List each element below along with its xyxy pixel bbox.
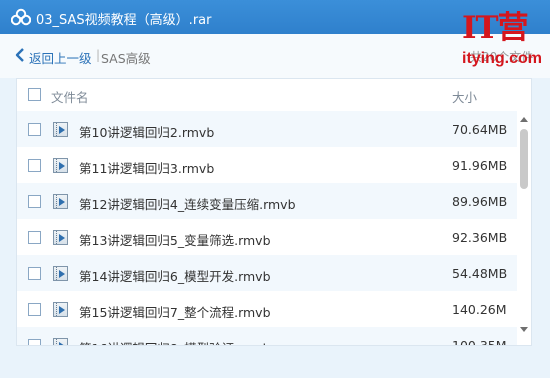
row-checkbox[interactable] <box>28 267 41 280</box>
file-name: 第12讲逻辑回归4_连续变量压缩.rmvb <box>79 197 296 212</box>
row-checkbox[interactable] <box>28 339 41 345</box>
chevron-left-icon <box>15 48 24 62</box>
file-row[interactable]: 第14讲逻辑回归6_模型开发.rmvb 54.48MB <box>17 255 517 291</box>
file-size: 54.48MB <box>452 266 508 281</box>
itying-watermark-logo: IT营 itying.com <box>462 10 546 72</box>
file-size: 140.26M <box>452 302 507 317</box>
row-checkbox[interactable] <box>28 123 41 136</box>
file-row[interactable]: 第15讲逻辑回归7_整个流程.rmvb 140.26M <box>17 291 517 327</box>
file-name: 第10讲逻辑回归2.rmvb <box>79 125 215 140</box>
file-name: 第15讲逻辑回归7_整个流程.rmvb <box>79 305 271 320</box>
cloud-icon <box>11 8 31 26</box>
row-checkbox[interactable] <box>28 195 41 208</box>
file-row[interactable]: 第10讲逻辑回归2.rmvb 70.64MB <box>17 111 517 147</box>
column-header-size[interactable]: 大小 <box>452 87 477 106</box>
scroll-down-arrow-icon[interactable] <box>520 327 528 332</box>
video-file-icon <box>53 194 68 209</box>
scroll-up-arrow-icon[interactable] <box>520 117 528 122</box>
video-file-icon <box>53 158 68 173</box>
file-row[interactable]: 第12讲逻辑回归4_连续变量压缩.rmvb 89.96MB <box>17 183 517 219</box>
file-name: 第16讲逻辑回归8_模型验证.rmvb <box>79 338 271 345</box>
scrollbar-thumb[interactable] <box>520 129 528 189</box>
video-file-icon <box>53 230 68 245</box>
video-file-icon <box>53 122 68 137</box>
file-name: 第13讲逻辑回归5_变量筛选.rmvb <box>79 233 271 248</box>
file-size: 89.96MB <box>452 194 508 209</box>
select-all-checkbox[interactable] <box>28 88 41 101</box>
list-header: 文件名 大小 <box>17 79 531 111</box>
column-header-name[interactable]: 文件名 <box>51 87 89 106</box>
video-file-icon <box>53 266 68 281</box>
back-button-label: 返回上一级 <box>29 51 92 66</box>
file-rows: 第10讲逻辑回归2.rmvb 70.64MB 第11讲逻辑回归3.rmvb 91… <box>17 111 517 346</box>
file-name: 第14讲逻辑回归6_模型开发.rmvb <box>79 269 271 284</box>
file-size: 91.96MB <box>452 158 508 173</box>
file-list-panel: 文件名 大小 第10讲逻辑回归2.rmvb 70.64MB 第11讲逻辑回归3.… <box>16 78 532 346</box>
file-size: 92.36MB <box>452 230 508 245</box>
watermark-line2: itying.com <box>462 50 543 67</box>
file-size: 70.64MB <box>452 122 508 137</box>
breadcrumb-current-folder: SAS高级 <box>101 51 151 66</box>
video-file-icon <box>53 302 68 317</box>
watermark-line1: IT营 <box>462 10 529 46</box>
file-size: 100.35M <box>452 338 507 346</box>
file-row[interactable]: 第13讲逻辑回归5_变量筛选.rmvb 92.36MB <box>17 219 517 255</box>
video-file-icon <box>53 338 68 345</box>
file-name: 第11讲逻辑回归3.rmvb <box>79 161 215 176</box>
vertical-scrollbar[interactable] <box>517 111 531 345</box>
window-title: 03_SAS视频教程（高级）.rar <box>36 13 212 28</box>
row-checkbox[interactable] <box>28 231 41 244</box>
breadcrumb-separator: | <box>96 48 101 62</box>
file-row[interactable]: 第16讲逻辑回归8_模型验证.rmvb 100.35M <box>17 327 517 346</box>
file-row[interactable]: 第11讲逻辑回归3.rmvb 91.96MB <box>17 147 517 183</box>
row-checkbox[interactable] <box>28 159 41 172</box>
row-checkbox[interactable] <box>28 303 41 316</box>
